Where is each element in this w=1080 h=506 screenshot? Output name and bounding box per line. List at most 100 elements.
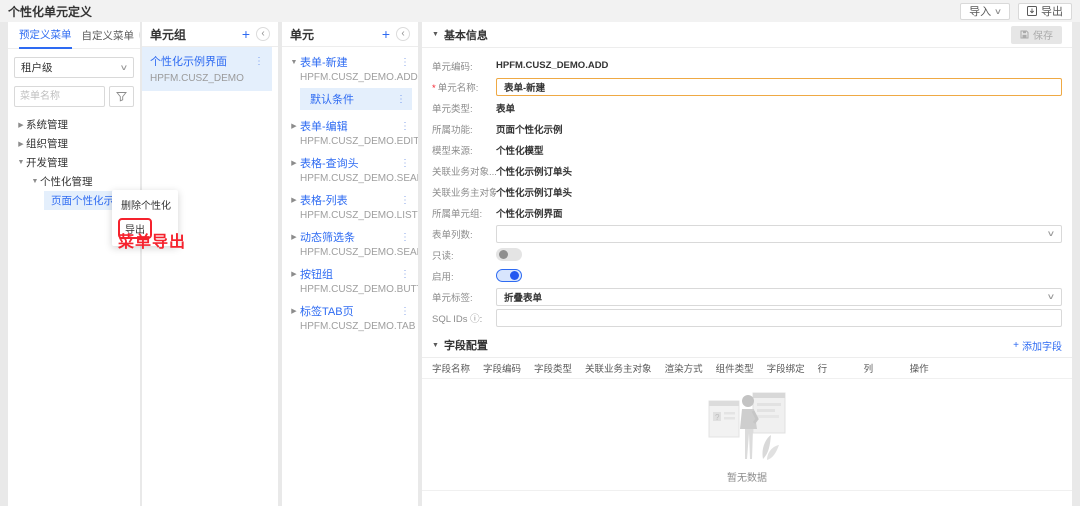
menu-name-input[interactable] (14, 86, 105, 107)
form-row-biz-main-object: 关联业务主对象: 个性化示例订单头 (432, 181, 1062, 202)
filter-button[interactable] (109, 86, 134, 107)
caret-down-icon: ▼ (288, 59, 300, 66)
caret-right-icon: ▶ (16, 121, 26, 129)
export-icon (1027, 6, 1037, 16)
caret-down-icon: ▼ (16, 159, 26, 166)
field-table-header: 字段名称 字段编码 字段类型 关联业务主对象 渲染方式 组件类型 字段绑定 行 … (422, 358, 1072, 379)
readonly-toggle[interactable] (496, 248, 522, 261)
unit-label-select[interactable]: 折叠表单 ∨ (496, 288, 1062, 306)
unit-item-form-edit[interactable]: ▶ 表单-编辑 ⋮ (282, 115, 418, 136)
save-button[interactable]: 保存 (1011, 26, 1062, 44)
no-data-illustration: ? (701, 387, 793, 465)
export-button[interactable]: 导出 (1018, 3, 1072, 20)
form-row-function: 所属功能: 页面个性化示例 (432, 118, 1062, 139)
column-header: 操作 (910, 361, 929, 375)
add-field-button[interactable]: + 添加字段 (1013, 338, 1062, 353)
unit-item-code: HPFM.CUSZ_DEMO.SEARCH (282, 173, 418, 189)
tenant-level-select[interactable]: 租户级 ∨ (14, 57, 134, 78)
empty-state-text: 暂无数据 (727, 469, 767, 484)
more-actions-icon[interactable]: ⋮ (254, 56, 264, 67)
collapse-panel-icon[interactable]: ‹ (396, 27, 410, 41)
collapse-panel-icon[interactable]: ‹ (139, 28, 140, 42)
top-bar: 个性化单元定义 导入 ∨ 导出 (0, 0, 1080, 22)
caret-down-icon: ▼ (30, 178, 40, 185)
form-row-readonly: 只读: (432, 244, 1062, 265)
collapse-panel-icon[interactable]: ‹ (256, 27, 270, 41)
more-actions-icon[interactable]: ⋮ (400, 57, 410, 68)
column-header: 渲染方式 (665, 361, 703, 375)
menu-tabs: 预定义菜单 自定义菜单 ‹ (8, 22, 140, 49)
tree-item-system[interactable]: ▶ 系统管理 (8, 115, 140, 134)
unit-item-dynamic-filter[interactable]: ▶ 动态筛选条 ⋮ (282, 226, 418, 247)
chevron-down-icon: ∨ (1047, 292, 1056, 301)
form-row-model-source: 模型来源: 个性化模型 (432, 139, 1062, 160)
column-header: 字段绑定 (767, 361, 805, 375)
more-actions-icon[interactable]: ⋮ (400, 232, 410, 243)
more-actions-icon[interactable]: ⋮ (396, 94, 406, 105)
tree-item-personalization[interactable]: ▼ 个性化管理 (8, 172, 140, 191)
column-header: 关联业务主对象 (585, 361, 652, 375)
menu-search-row (14, 86, 134, 107)
caret-right-icon: ▶ (288, 122, 300, 130)
more-actions-icon[interactable]: ⋮ (400, 121, 410, 132)
unit-item-code: HPFM.CUSZ_DEMO.EDIT (282, 136, 418, 152)
caret-right-icon: ▶ (288, 159, 300, 167)
column-header: 列 (864, 361, 897, 375)
page-title: 个性化单元定义 (8, 3, 92, 20)
form-row-unit-code: 单元编码: HPFM.CUSZ_DEMO.ADD (432, 55, 1062, 76)
unit-item-code: HPFM.CUSZ_DEMO.LIST (282, 210, 418, 226)
menu-item-delete-personalization[interactable]: 删除个性化 (112, 193, 178, 216)
field-config-header: ▼ 字段配置 + 添加字段 (422, 333, 1072, 358)
caret-right-icon: ▶ (288, 233, 300, 241)
sql-ids-input[interactable] (496, 309, 1062, 327)
caret-down-icon: ▼ (432, 342, 439, 349)
more-actions-icon[interactable]: ⋮ (400, 306, 410, 317)
add-unit-group-icon[interactable]: + (242, 27, 250, 41)
filter-icon (116, 91, 127, 102)
unit-item-grid-search[interactable]: ▶ 表格-查询头 ⋮ (282, 152, 418, 173)
unit-item-button-group[interactable]: ▶ 按钮组 ⋮ (282, 263, 418, 284)
unit-panel: 单元 + ‹ ▼ 表单-新建 ⋮ HPFM.CUSZ_DEMO.ADD 默认条件… (282, 22, 418, 506)
unit-item-code: HPFM.CUSZ_DEMO.ADD (282, 72, 418, 88)
form-columns-select[interactable]: ∨ (496, 225, 1062, 243)
tree-item-org[interactable]: ▶ 组织管理 (8, 134, 140, 153)
more-actions-icon[interactable]: ⋮ (400, 158, 410, 169)
more-actions-icon[interactable]: ⋮ (400, 269, 410, 280)
tab-custom-menu[interactable]: 自定义菜单 (82, 22, 135, 48)
column-header: 组件类型 (716, 361, 754, 375)
chevron-down-icon: ∨ (120, 63, 129, 72)
unit-group-panel: 单元组 + ‹ 个性化示例界面 ⋮ HPFM.CUSZ_DEMO (142, 22, 278, 506)
import-button[interactable]: 导入 ∨ (960, 3, 1010, 20)
enabled-toggle[interactable] (496, 269, 522, 282)
basic-info-form: 单元编码: HPFM.CUSZ_DEMO.ADD *单元名称: 单元类型: 表单… (422, 48, 1072, 330)
caret-right-icon: ▶ (288, 307, 300, 315)
caret-down-icon: ▼ (432, 31, 439, 38)
column-header: 字段类型 (534, 361, 572, 375)
unit-item-code: HPFM.CUSZ_DEMO.BUTT... (282, 284, 418, 300)
tree-item-dev[interactable]: ▼ 开发管理 (8, 153, 140, 172)
form-row-unit-name: *单元名称: (432, 76, 1062, 97)
menu-panel: 预定义菜单 自定义菜单 ‹ 租户级 ∨ ▶ 系统管理 ▶ 组织管理 ▼ 开发管理… (8, 22, 140, 506)
caret-right-icon: ▶ (288, 270, 300, 278)
unit-item-grid-list[interactable]: ▶ 表格-列表 ⋮ (282, 189, 418, 210)
chevron-down-icon: ∨ (994, 7, 1002, 16)
form-row-sql-ids: SQL IDs ⓘ: (432, 307, 1062, 328)
form-row-unit-label: 单元标签: 折叠表单 ∨ (432, 286, 1062, 307)
unit-item-tab-page[interactable]: ▶ 标签TAB页 ⋮ (282, 300, 418, 321)
caret-right-icon: ▶ (288, 196, 300, 204)
form-row-biz-object: 关联业务对象...: 个性化示例订单头 (432, 160, 1062, 181)
annotation-menu-export: 菜单导出 (118, 228, 186, 252)
more-actions-icon[interactable]: ⋮ (400, 195, 410, 206)
column-header: 行 (818, 361, 851, 375)
unit-item-form-add[interactable]: ▼ 表单-新建 ⋮ (282, 51, 418, 72)
unit-group-item[interactable]: 个性化示例界面 ⋮ HPFM.CUSZ_DEMO (142, 47, 272, 91)
unit-child-default-condition[interactable]: 默认条件 ⋮ (300, 88, 412, 110)
field-config-title: ▼ 字段配置 (432, 337, 488, 353)
form-row-form-columns: 表单列数: ∨ (432, 223, 1062, 244)
unit-name-input[interactable] (496, 78, 1062, 96)
unit-header: 单元 + ‹ (282, 22, 418, 47)
add-unit-icon[interactable]: + (382, 27, 390, 41)
save-icon (1020, 30, 1029, 39)
tab-predefined-menu[interactable]: 预定义菜单 (19, 22, 72, 49)
unit-item-code: HPFM.CUSZ_DEMO.SEAR... (282, 247, 418, 263)
